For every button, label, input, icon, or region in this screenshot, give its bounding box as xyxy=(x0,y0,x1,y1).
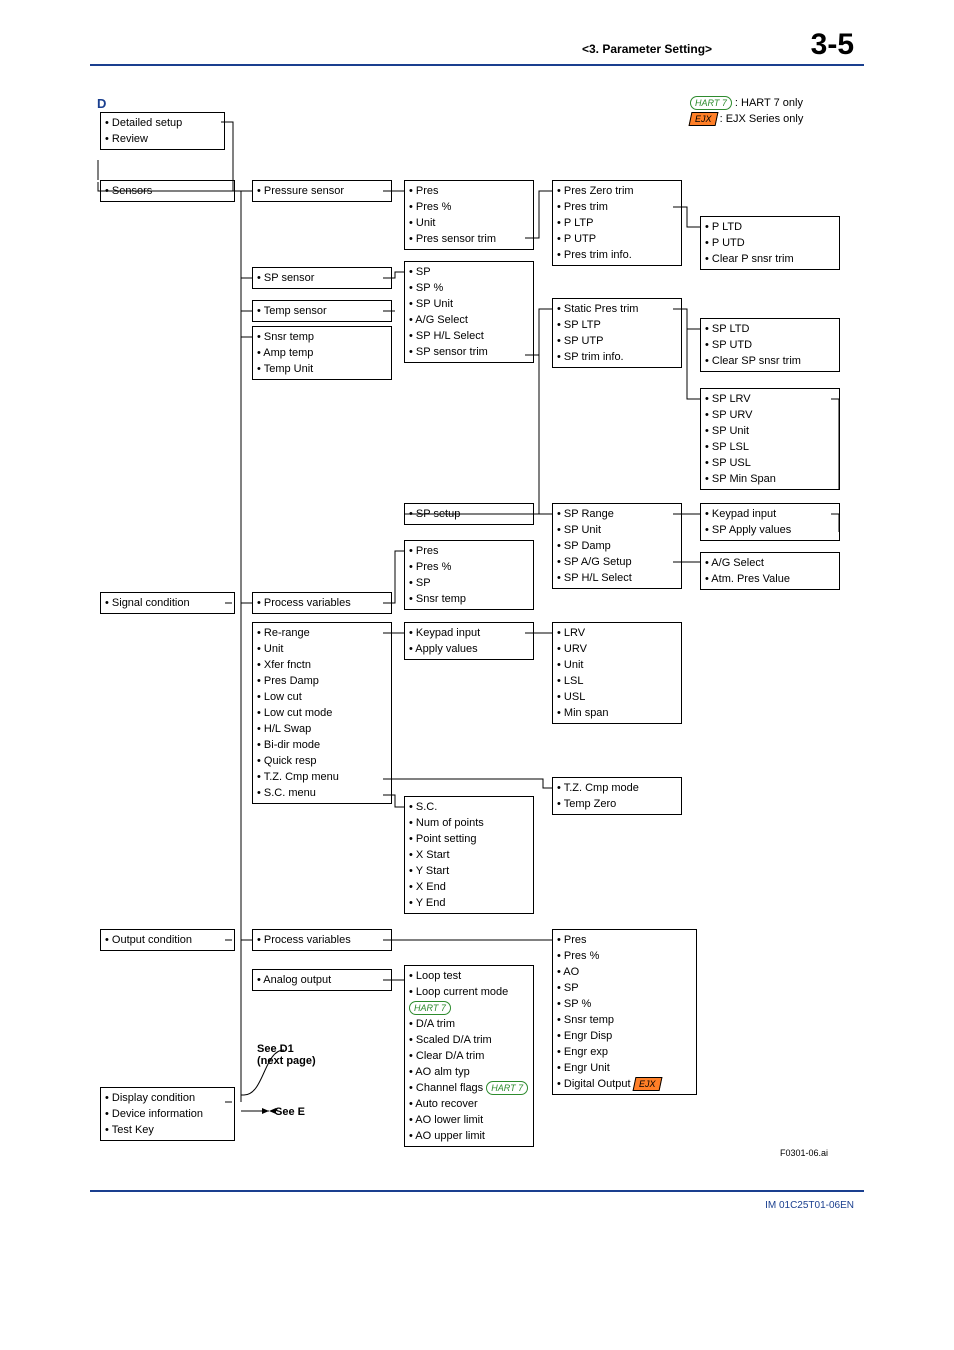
hart7-badge-icon: HART 7 xyxy=(486,1081,528,1095)
box-sp-ltd-utd: • SP LTD • SP UTD • Clear SP snsr trim xyxy=(700,318,840,372)
footer-rule xyxy=(90,1190,864,1192)
doc-id: IM 01C25T01-06EN xyxy=(765,1200,854,1211)
hart7-badge-icon: HART 7 xyxy=(409,1001,451,1015)
box-out-pv-list: • Pres • Pres % • AO • SP • SP % • Snsr … xyxy=(552,929,697,1095)
box-sp-trim: • Static Pres trim • SP LTP • SP UTP • S… xyxy=(552,298,682,368)
see-d1: See D1(next page) xyxy=(257,1043,316,1067)
header-rule xyxy=(90,64,864,66)
box-pres-units: • Pres • Pres % • Unit • Pres sensor tri… xyxy=(404,180,534,250)
box-snsr-amp-temp: • Snsr temp • Amp temp • Temp Unit xyxy=(252,326,392,380)
box-process-variables-sig: • Process variables xyxy=(252,592,392,614)
box-sig-items: • Re-range • Unit • Xfer fnctn • Pres Da… xyxy=(252,622,392,804)
ejx-badge-icon: EJX xyxy=(632,1077,661,1091)
box-tz-cmp: • T.Z. Cmp mode • Temp Zero xyxy=(552,777,682,815)
hart7-badge-icon: HART 7 xyxy=(690,96,732,110)
box-pres-sp-list: • Pres • Pres % • SP • Snsr temp xyxy=(404,540,534,610)
section-title: <3. Parameter Setting> xyxy=(582,42,712,56)
box-p-ltd-utd: • P LTD • P UTD • Clear P snsr trim xyxy=(700,216,840,270)
ejx-badge-icon: EJX xyxy=(689,112,718,126)
box-analog-output: • Analog output xyxy=(252,969,392,991)
box-process-variables-out: • Process variables xyxy=(252,929,392,951)
box-keypad-sp-apply: • Keypad input • SP Apply values xyxy=(700,503,840,541)
box-sensors: • Sensors xyxy=(100,180,235,202)
box-sp-params: • SP • SP % • SP Unit • A/G Select • SP … xyxy=(404,261,534,363)
box-sp-sensor: • SP sensor xyxy=(252,267,392,289)
box-keypad-apply: • Keypad input • Apply values xyxy=(404,622,534,660)
box-pres-trim: • Pres Zero trim • Pres trim • P LTP • P… xyxy=(552,180,682,266)
legend-ejx: EJX : EJX Series only xyxy=(690,112,803,126)
legend-hart7: HART 7 : HART 7 only xyxy=(690,96,803,110)
box-display-device-test: • Display condition • Device information… xyxy=(100,1087,235,1141)
box-ag-atm: • A/G Select • Atm. Pres Value xyxy=(700,552,840,590)
figure-id: F0301-06.ai xyxy=(780,1148,828,1158)
box-detailed-review: • Detailed setup • Review xyxy=(100,112,225,150)
box-analog-output-items: • Loop test • Loop current mode HART 7 •… xyxy=(404,965,534,1147)
box-output-condition: • Output condition xyxy=(100,929,235,951)
box-sp-setup: • SP setup xyxy=(404,503,534,525)
box-sc-menu: • S.C. • Num of points • Point setting •… xyxy=(404,796,534,914)
box-temp-sensor: • Temp sensor xyxy=(252,300,392,322)
box-signal-condition: • Signal condition xyxy=(100,592,235,614)
label-d: D xyxy=(97,96,106,111)
box-lrv-urv: • LRV • URV • Unit • LSL • USL • Min spa… xyxy=(552,622,682,724)
box-pressure-sensor: • Pressure sensor xyxy=(252,180,392,202)
box-sp-range-setup: • SP Range • SP Unit • SP Damp • SP A/G … xyxy=(552,503,682,589)
page-number: 3-5 xyxy=(811,28,854,62)
box-sp-limits: • SP LRV • SP URV • SP Unit • SP LSL • S… xyxy=(700,388,840,490)
see-e: See E xyxy=(275,1106,305,1118)
